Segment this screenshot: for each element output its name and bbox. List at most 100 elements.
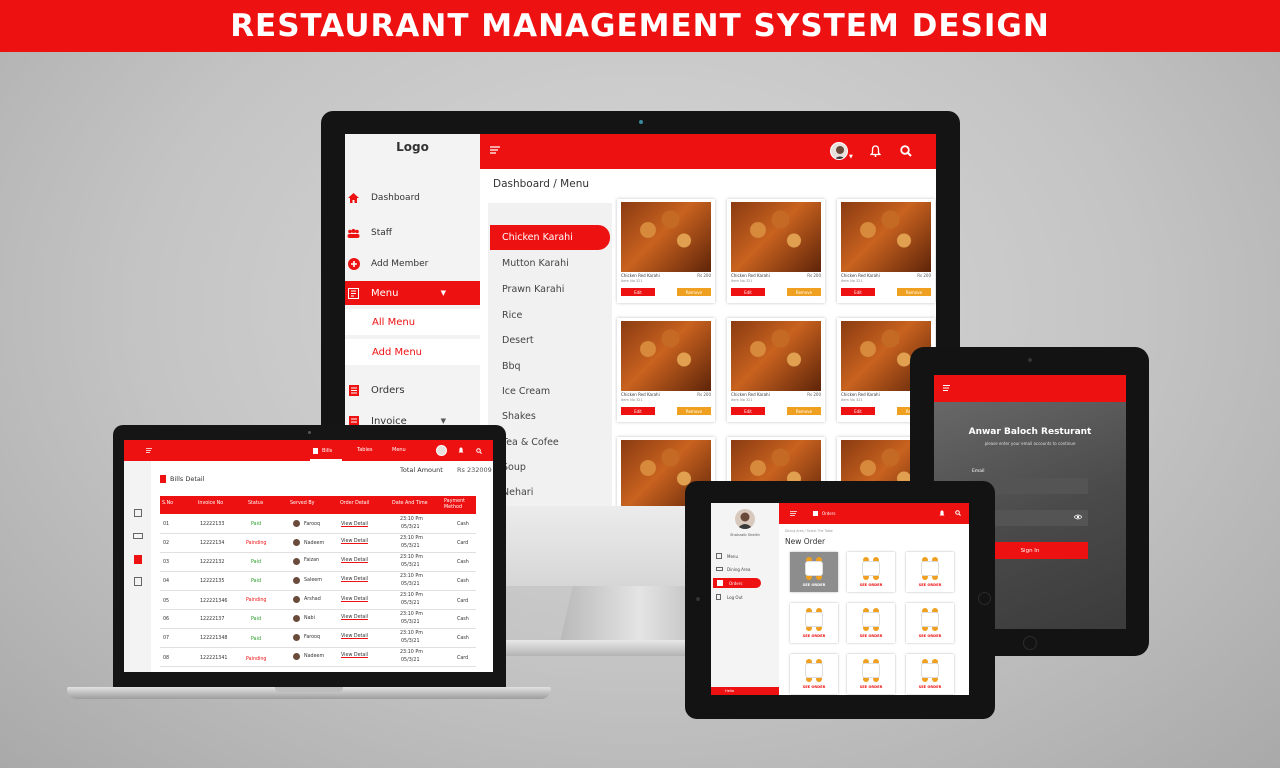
column-header[interactable]: Order Detail	[340, 501, 369, 506]
remove-button[interactable]: Remove	[787, 407, 821, 415]
search-icon[interactable]	[476, 448, 482, 454]
category-item[interactable]: Tea & Cofee	[502, 437, 559, 448]
table-row[interactable]: 08 122221341 Painding Nadeem View Detail…	[160, 648, 476, 667]
hamburger-icon[interactable]	[490, 146, 500, 154]
remove-button[interactable]: Remove	[677, 288, 711, 296]
table-tile[interactable]: SEE ORDER	[906, 552, 954, 592]
column-header[interactable]: Served By	[290, 501, 314, 506]
table-tile[interactable]: SEE ORDER	[790, 552, 838, 592]
sidebar-item-add-member[interactable]: Add Member	[345, 252, 480, 276]
sidebar-item-dining-area[interactable]: Dining Area	[711, 564, 779, 574]
table-row[interactable]: 02 12222134 Painding Nadeem View Detail …	[160, 534, 476, 553]
table-row[interactable]: 07 122221348 Paid Farooq View Detail 23:…	[160, 629, 476, 648]
avatar[interactable]	[436, 445, 447, 456]
edit-button[interactable]: Edit	[841, 407, 875, 415]
table-tile[interactable]: SEE ORDER	[790, 603, 838, 643]
edit-button[interactable]: Edit	[731, 407, 765, 415]
sidebar-item-orders[interactable]: Orders	[713, 578, 761, 588]
category-item[interactable]: Shakes	[502, 411, 536, 422]
category-item[interactable]: Prawn Karahi	[502, 284, 564, 295]
category-item[interactable]: Ice Cream	[502, 386, 550, 397]
category-item[interactable]: Chicken Karahi	[490, 225, 610, 250]
column-header[interactable]: Invoice No	[198, 501, 223, 506]
tab-menu[interactable]: Menu	[392, 447, 406, 453]
view-detail-link[interactable]: View Detail	[341, 634, 368, 639]
edit-button[interactable]: Edit	[731, 288, 765, 296]
edit-button[interactable]: Edit	[841, 288, 875, 296]
remove-button[interactable]: Remove	[677, 407, 711, 415]
column-header[interactable]: Status	[248, 501, 263, 506]
login-topbar	[934, 375, 1126, 402]
view-detail-link[interactable]: View Detail	[341, 558, 368, 563]
edit-button[interactable]: Edit	[621, 407, 655, 415]
bell-icon[interactable]	[939, 510, 945, 517]
view-detail-link[interactable]: View Detail	[341, 597, 368, 602]
search-icon[interactable]	[955, 510, 961, 516]
category-item[interactable]: Mutton Karahi	[502, 258, 569, 269]
table-icon	[921, 663, 939, 678]
eye-icon[interactable]	[1074, 514, 1082, 520]
column-header[interactable]: Payment Method	[444, 499, 474, 511]
submenu-all-menu[interactable]: All Menu	[345, 309, 480, 335]
sidebar-item-log-out[interactable]: Log Out	[711, 592, 779, 602]
logout-icon	[716, 594, 721, 600]
hamburger-icon[interactable]	[146, 448, 152, 453]
sidebar-item-staff[interactable]: Staff	[345, 221, 480, 245]
sidebar-item-label: Dining Area	[727, 566, 751, 572]
sidebar-item-menu[interactable]: Menu	[711, 551, 779, 561]
sidebar-item-label: Menu	[727, 553, 738, 559]
bills-icon[interactable]	[134, 555, 142, 564]
category-item[interactable]: Nehari	[502, 487, 533, 498]
table-icon[interactable]	[133, 533, 143, 539]
view-detail-link[interactable]: View Detail	[341, 539, 368, 544]
view-detail-link[interactable]: View Detail	[341, 653, 368, 658]
category-item[interactable]: Rice	[502, 310, 522, 321]
cell-invoice: 12222133	[200, 522, 225, 527]
hamburger-icon[interactable]	[943, 385, 950, 391]
restaurant-name: Anwar Baloch Resturant	[968, 427, 1092, 437]
table-row[interactable]: 01 12222133 Paid Farooq View Detail 23:1…	[160, 515, 476, 534]
view-detail-link[interactable]: View Detail	[341, 577, 368, 582]
bell-icon[interactable]	[458, 447, 464, 454]
tab-tables[interactable]: Tables	[357, 447, 373, 453]
remove-button[interactable]: Remove	[897, 288, 931, 296]
bell-icon[interactable]	[870, 145, 881, 157]
tab-bills[interactable]: Bills	[310, 442, 342, 461]
table-tile[interactable]: SEE ORDER	[790, 654, 838, 694]
avatar[interactable]	[830, 142, 848, 160]
edit-button[interactable]: Edit	[621, 288, 655, 296]
table-tile[interactable]: SEE ORDER	[847, 654, 895, 694]
submenu-add-menu[interactable]: Add Menu	[345, 339, 480, 365]
view-detail-link[interactable]: View Detail	[341, 522, 368, 527]
cell-date: 05/3/21	[401, 639, 420, 644]
table-tile[interactable]: SEE ORDER	[906, 654, 954, 694]
caret-down-icon[interactable]: ▼	[849, 154, 853, 160]
category-item[interactable]: Bbq	[502, 361, 521, 372]
table-tile[interactable]: SEE ORDER	[847, 603, 895, 643]
table-tile[interactable]: SEE ORDER	[906, 603, 954, 643]
menu-icon[interactable]	[134, 509, 142, 517]
menu-card: Chicken Red Karahi Rs 200 Item No 321 Ed…	[617, 199, 715, 303]
sidebar-item-menu[interactable]: Menu ▼	[345, 281, 480, 305]
column-header[interactable]: Date And Time	[392, 501, 428, 506]
hamburger-icon[interactable]	[790, 511, 797, 516]
remove-button[interactable]: Remove	[787, 288, 821, 296]
search-icon[interactable]	[900, 145, 912, 157]
table-row[interactable]: 05 122221346 Painding Arshad View Detail…	[160, 591, 476, 610]
avatar	[293, 577, 300, 584]
sidebar-item-dashboard[interactable]: Dashboard	[345, 186, 480, 210]
item-number: Item No 321	[731, 398, 753, 402]
laptop-topbar: Bills Tables Menu	[124, 440, 493, 461]
table-row[interactable]: 03 12222132 Paid Faizan View Detail 23:1…	[160, 553, 476, 572]
cell-method: Cash	[457, 560, 469, 565]
sidebar-item-orders[interactable]: Orders	[345, 378, 480, 402]
logout-icon[interactable]	[134, 577, 142, 586]
view-detail-link[interactable]: View Detail	[341, 615, 368, 620]
tablet-home-button[interactable]	[1023, 636, 1037, 650]
table-row[interactable]: 06 12222137 Paid Nabi View Detail 23:10 …	[160, 610, 476, 629]
category-item[interactable]: Desert	[502, 335, 534, 346]
column-header[interactable]: S.No	[162, 501, 173, 506]
tablet-home-button[interactable]	[978, 592, 991, 605]
table-row[interactable]: 04 12222135 Paid Saleem View Detail 23:1…	[160, 572, 476, 591]
table-tile[interactable]: SEE ORDER	[847, 552, 895, 592]
